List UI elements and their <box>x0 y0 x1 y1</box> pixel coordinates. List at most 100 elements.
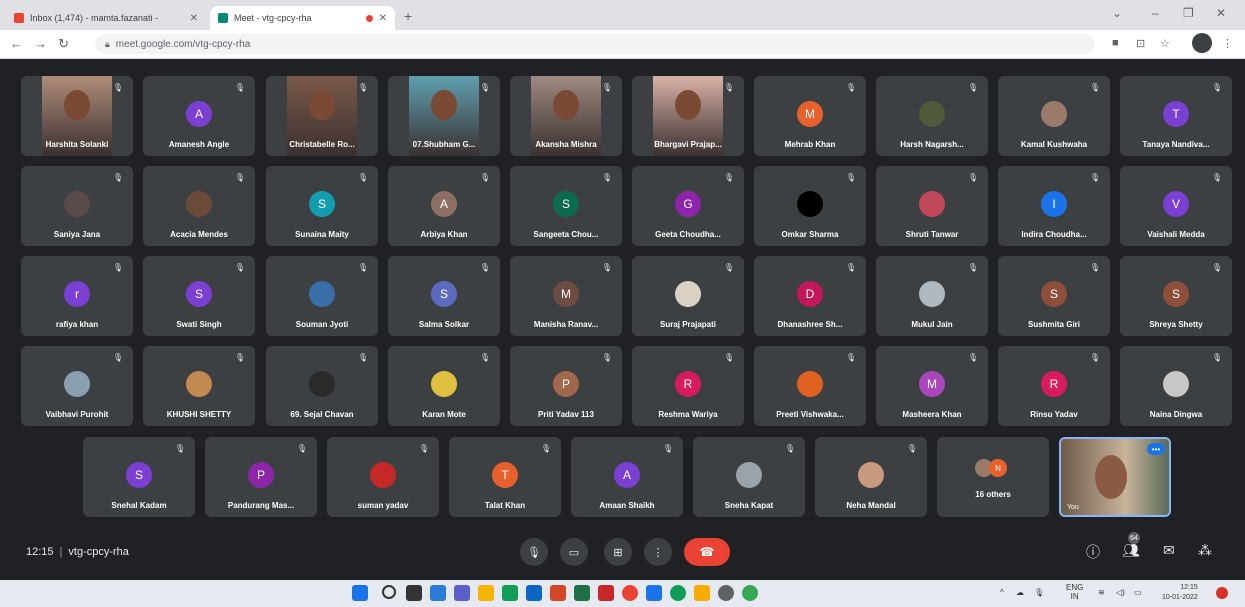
outlook-icon[interactable] <box>646 585 662 601</box>
back-icon[interactable]: ← <box>10 36 23 51</box>
chevron-down-icon[interactable]: ⌄ <box>1112 6 1122 20</box>
participant-tile-vaishali-medda[interactable]: V 🎙︎ Vaishali Medda <box>1120 166 1232 246</box>
edge-icon[interactable] <box>670 585 686 601</box>
people-icon[interactable]: 👥︎ <box>1122 542 1140 559</box>
participant-tile-swati-singh[interactable]: S 🎙︎ Swati Singh <box>143 256 255 336</box>
photos-icon[interactable] <box>694 585 710 601</box>
participant-tile-mehrab-khan[interactable]: M 🎙︎ Mehrab Khan <box>754 76 866 156</box>
battery-icon[interactable]: ▭ <box>1134 588 1142 597</box>
end-call-button[interactable]: ☎︎ <box>684 538 730 566</box>
participant-tile-mukul-jain[interactable]: 🎙︎ Mukul Jain <box>876 256 988 336</box>
participant-tile-snehal-kadam[interactable]: S 🎙︎ Snehal Kadam <box>83 437 195 517</box>
install-icon[interactable]: ⊡ <box>1136 37 1145 50</box>
task-view-icon[interactable] <box>406 585 422 601</box>
participant-tile-christabelle-ro[interactable]: 🎙︎ Christabelle Ro... <box>266 76 378 156</box>
participant-tile-indira-choudha[interactable]: I 🎙︎ Indira Choudha... <box>998 166 1110 246</box>
tab-meet[interactable]: Meet - vtg-cpcy-rha ✕ <box>210 6 395 30</box>
participant-tile-masheera-khan[interactable]: M 🎙︎ Masheera Khan <box>876 346 988 426</box>
more-options-icon[interactable]: ••• <box>1147 443 1165 455</box>
taskbar-clock[interactable]: 12:15 10-01-2022 <box>1162 583 1198 603</box>
participant-tile-arbiya-khan[interactable]: A 🎙︎ Arbiya Khan <box>388 166 500 246</box>
mic-tray-icon[interactable]: 🎙︎ <box>1034 588 1044 597</box>
reload-icon[interactable]: ↻ <box>58 36 69 52</box>
participant-tile-bhargavi-prajap[interactable]: 🎙︎ Bhargavi Prajap... <box>632 76 744 156</box>
tray-chevron-icon[interactable]: ^ <box>1000 588 1004 597</box>
participant-tile-acacia-mendes[interactable]: 🎙︎ Acacia Mendes <box>143 166 255 246</box>
widgets-icon[interactable] <box>430 585 446 601</box>
participant-tile-amaan-shaikh[interactable]: A 🎙︎ Amaan Shaikh <box>571 437 683 517</box>
search-icon[interactable] <box>382 585 396 599</box>
word-icon[interactable] <box>526 585 542 601</box>
window-close-icon[interactable]: ✕ <box>1216 6 1226 20</box>
participant-tile-rinsu-yadav[interactable]: R 🎙︎ Rinsu Yadav <box>998 346 1110 426</box>
participant-tile-07-shubham-g[interactable]: 🎙︎ 07.Shubham G... <box>388 76 500 156</box>
present-icon[interactable]: ⊞ <box>604 538 632 566</box>
mic-off-icon[interactable]: 🎙︎ <box>520 538 548 566</box>
volume-icon[interactable]: ◁) <box>1116 588 1125 597</box>
info-icon[interactable]: ⓘ <box>1086 542 1100 562</box>
camera-icon[interactable]: ▭ <box>560 538 588 566</box>
participant-tile-harshita-solanki[interactable]: 🎙︎ Harshita Solanki <box>21 76 133 156</box>
chrome-icon[interactable] <box>622 585 638 601</box>
others-tile[interactable]: N 16 others <box>937 437 1049 517</box>
file-explorer-icon[interactable] <box>478 585 494 601</box>
participant-tile-saniya-jana[interactable]: 🎙︎ Saniya Jana <box>21 166 133 246</box>
participant-tile-omkar-sharma[interactable]: 🎙︎ Omkar Sharma <box>754 166 866 246</box>
participant-tile-suraj-prajapati[interactable]: 🎙︎ Suraj Prajapati <box>632 256 744 336</box>
chat-icon[interactable]: ✉︎ <box>1163 542 1175 559</box>
profile-avatar[interactable] <box>1192 33 1212 53</box>
participant-tile-amanesh-angle[interactable]: A 🎙︎ Amanesh Angle <box>143 76 255 156</box>
participant-tile-salma-solkar[interactable]: S 🎙︎ Salma Solkar <box>388 256 500 336</box>
chrome-profile-icon[interactable] <box>742 585 758 601</box>
start-icon[interactable] <box>352 585 368 601</box>
participant-tile-vaibhavi-purohit[interactable]: 🎙︎ Vaibhavi Purohit <box>21 346 133 426</box>
settings-icon[interactable] <box>718 585 734 601</box>
wifi-icon[interactable]: ≋ <box>1098 588 1105 597</box>
participant-tile-harsh-nagarsh[interactable]: 🎙︎ Harsh Nagarsh... <box>876 76 988 156</box>
more-icon[interactable]: ⋮ <box>644 538 672 566</box>
participant-tile-neha-mandal[interactable]: 🎙︎ Neha Mandal <box>815 437 927 517</box>
participant-tile-sunaina-maity[interactable]: S 🎙︎ Sunaina Maity <box>266 166 378 246</box>
close-icon[interactable]: ✕ <box>190 13 198 24</box>
maximize-icon[interactable]: ❐ <box>1183 6 1194 20</box>
participant-tile-sneha-kapat[interactable]: 🎙︎ Sneha Kapat <box>693 437 805 517</box>
participant-tile-suman-yadav[interactable]: 🎙︎ suman yadav <box>327 437 439 517</box>
bookmark-star-icon[interactable]: ☆ <box>1160 37 1170 50</box>
menu-icon[interactable]: ⋮ <box>1222 37 1233 50</box>
participant-tile-rafiya-khan[interactable]: r 🎙︎ rafiya khan <box>21 256 133 336</box>
close-icon[interactable]: ✕ <box>379 13 387 24</box>
participant-tile-69-sejal-chavan[interactable]: 🎙︎ 69. Sejal Chavan <box>266 346 378 426</box>
participant-tile-naina-dingwa[interactable]: 🎙︎ Naina Dingwa <box>1120 346 1232 426</box>
minimize-icon[interactable]: – <box>1152 6 1159 20</box>
cloud-icon[interactable]: ☁︎ <box>1016 588 1024 597</box>
language-indicator[interactable]: ENG IN <box>1066 583 1083 601</box>
tab-inbox[interactable]: Inbox (1,474) - mamta.fazanati - ✕ <box>6 6 206 30</box>
participant-tile-priti-yadav-113[interactable]: P 🎙︎ Priti Yadav 113 <box>510 346 622 426</box>
activities-icon[interactable]: ⁂ <box>1198 542 1212 559</box>
app-icon[interactable] <box>598 585 614 601</box>
participant-tile-kamal-kushwaha[interactable]: 🎙︎ Kamal Kushwaha <box>998 76 1110 156</box>
powerpoint-icon[interactable] <box>550 585 566 601</box>
participant-tile-tanaya-nandiva[interactable]: T 🎙︎ Tanaya Nandiva... <box>1120 76 1232 156</box>
participant-tile-manisha-ranav[interactable]: M 🎙︎ Manisha Ranav... <box>510 256 622 336</box>
forward-icon[interactable]: → <box>34 36 47 51</box>
self-view-tile[interactable]: ••• You <box>1059 437 1171 517</box>
participant-tile-sangeeta-chou[interactable]: S 🎙︎ Sangeeta Chou... <box>510 166 622 246</box>
participant-tile-sushmita-giri[interactable]: S 🎙︎ Sushmita Giri <box>998 256 1110 336</box>
participant-tile-karan-mote[interactable]: 🎙︎ Karan Mote <box>388 346 500 426</box>
notification-icon[interactable] <box>1216 587 1228 599</box>
excel-icon[interactable] <box>574 585 590 601</box>
participant-tile-geeta-choudha[interactable]: G 🎙︎ Geeta Choudha... <box>632 166 744 246</box>
new-tab-icon[interactable]: + <box>404 8 412 24</box>
participant-tile-dhanashree-sh[interactable]: D 🎙︎ Dhanashree Sh... <box>754 256 866 336</box>
participant-tile-akansha-mishra[interactable]: 🎙︎ Akansha Mishra <box>510 76 622 156</box>
camera-in-use-icon[interactable]: ■ <box>1112 37 1119 49</box>
participant-tile-khushi-shetty[interactable]: 🎙︎ KHUSHI SHETTY <box>143 346 255 426</box>
participant-tile-reshma-wariya[interactable]: R 🎙︎ Reshma Wariya <box>632 346 744 426</box>
participant-tile-shreya-shetty[interactable]: S 🎙︎ Shreya Shetty <box>1120 256 1232 336</box>
participant-tile-pandurang-mas[interactable]: P 🎙︎ Pandurang Mas... <box>205 437 317 517</box>
url-input[interactable]: 🔒︎ meet.google.com/vtg-cpcy-rha <box>95 34 1095 54</box>
teams-icon[interactable] <box>454 585 470 601</box>
store-icon[interactable] <box>502 585 518 601</box>
participant-tile-shruti-tanwar[interactable]: 🎙︎ Shruti Tanwar <box>876 166 988 246</box>
